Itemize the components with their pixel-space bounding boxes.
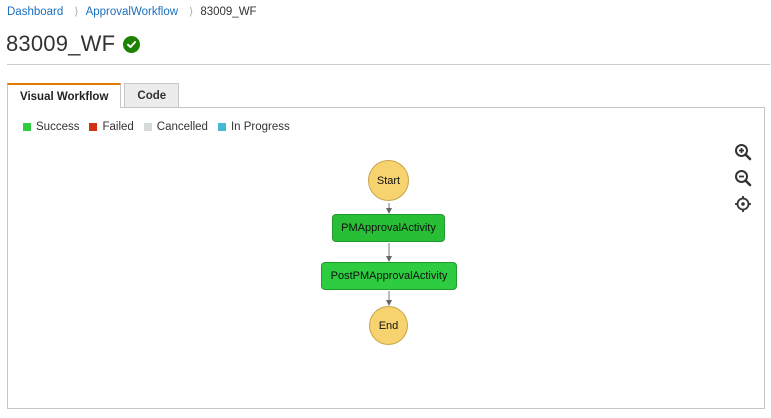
legend-label: In Progress <box>230 121 290 133</box>
legend-cancelled: Cancelled <box>143 121 208 133</box>
workflow-node-postpmapprovalactivity[interactable]: PostPMApprovalActivity <box>321 262 457 290</box>
legend-swatch-cancelled <box>143 123 152 131</box>
tab-code[interactable]: Code <box>124 83 180 107</box>
legend-label: Success <box>36 121 80 133</box>
breadcrumb-dashboard-link[interactable]: Dashboard <box>7 6 63 18</box>
zoom-controls <box>734 143 752 221</box>
breadcrumb-approvalworkflow-link[interactable]: ApprovalWorkflow <box>86 6 178 18</box>
breadcrumb: Dashboard ⟩ ApprovalWorkflow ⟩ 83009_WF <box>7 5 257 19</box>
success-check-icon <box>123 35 141 53</box>
legend-label: Failed <box>102 121 134 133</box>
breadcrumb-separator-icon: ⟩ <box>189 6 194 18</box>
tab-visual-workflow[interactable]: Visual Workflow <box>7 83 122 108</box>
workflow-node-pmapprovalactivity[interactable]: PMApprovalActivity <box>332 214 445 242</box>
legend-swatch-success <box>23 123 31 131</box>
workflow-node-start[interactable]: Start <box>368 160 409 201</box>
breadcrumb-current: 83009_WF <box>200 5 257 18</box>
center-icon[interactable] <box>734 195 752 213</box>
legend-success: Success <box>23 121 79 133</box>
legend-failed: Failed <box>89 121 134 133</box>
legend-swatch-failed <box>89 123 98 131</box>
legend-in-progress: In Progress <box>217 121 290 133</box>
breadcrumb-separator-icon: ⟩ <box>74 6 79 18</box>
title-row: 83009_WF <box>6 31 141 57</box>
zoom-out-icon[interactable] <box>734 169 752 187</box>
legend-swatch-in-progress <box>217 123 226 131</box>
page-title: 83009_WF <box>6 31 116 56</box>
legend-label: Cancelled <box>156 121 208 133</box>
workflow-node-end[interactable]: End <box>369 306 408 345</box>
visual-workflow-panel <box>7 107 765 409</box>
tab-bar: Visual Workflow Code <box>7 83 182 108</box>
status-legend: Success Failed Cancelled In Progress <box>23 121 300 133</box>
zoom-in-icon[interactable] <box>734 143 752 161</box>
header-divider <box>7 64 770 65</box>
